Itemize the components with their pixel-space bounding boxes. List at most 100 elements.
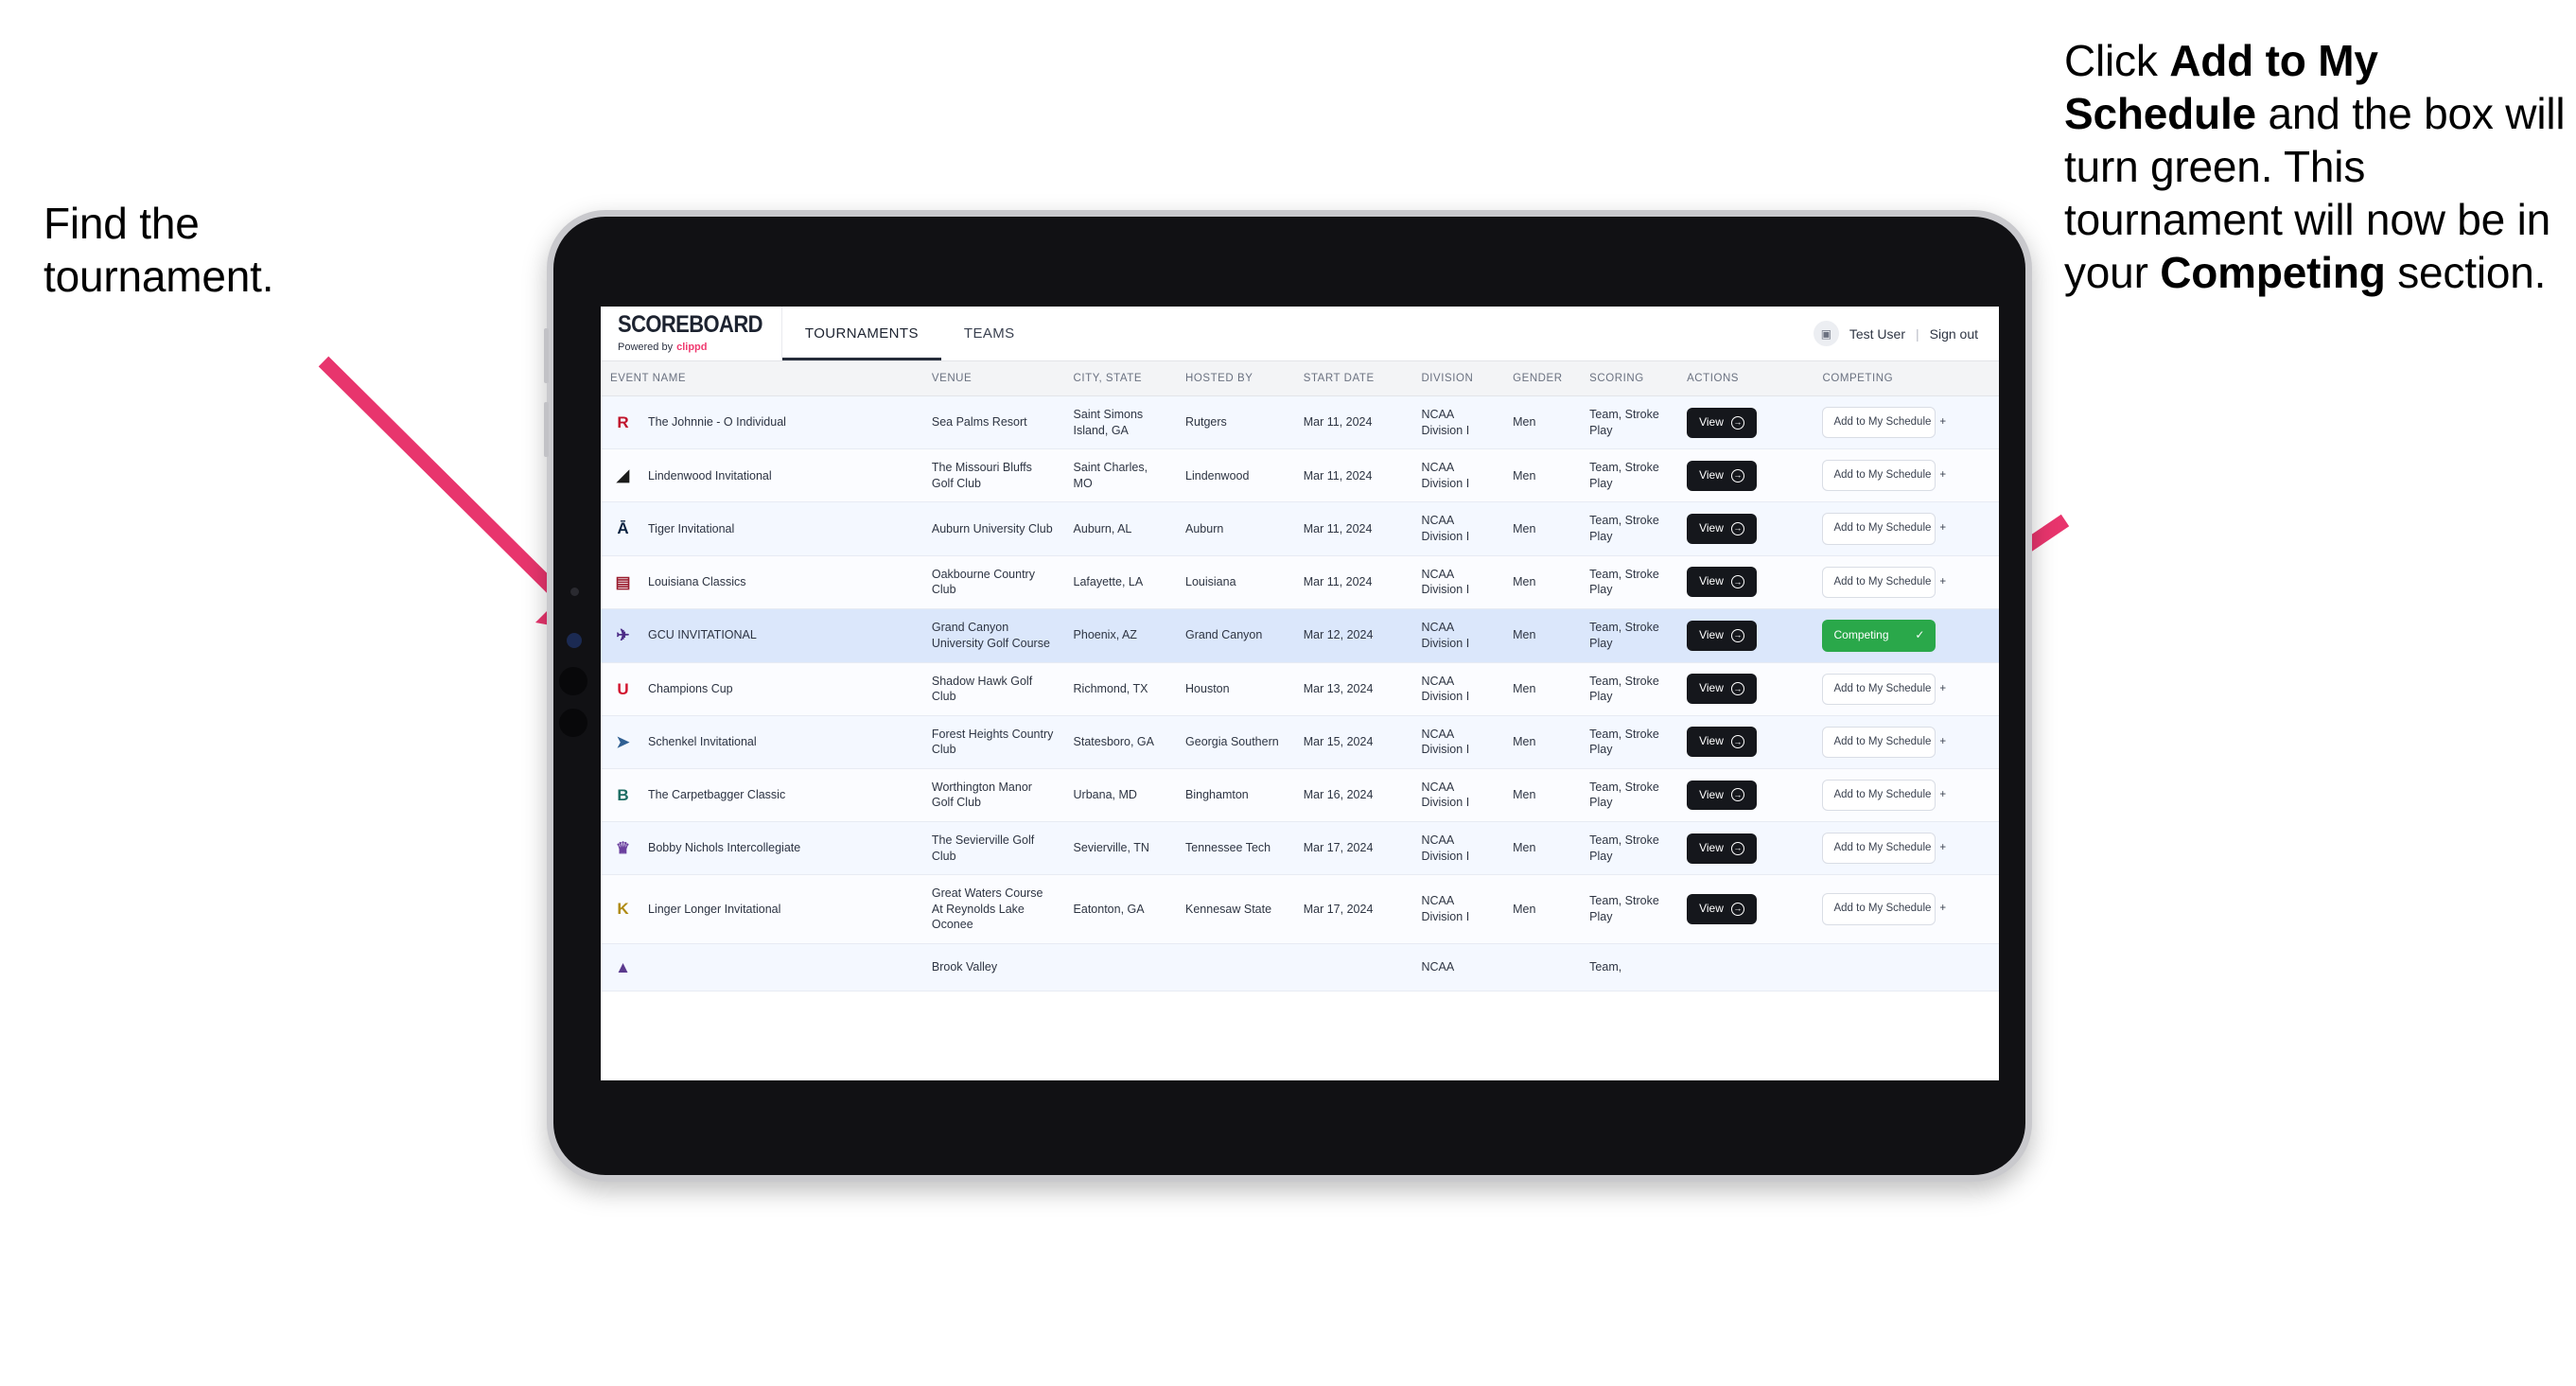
cell-actions: View → <box>1677 874 1814 944</box>
table-row[interactable]: B The Carpetbagger Classic Worthington Man… <box>601 768 1999 823</box>
cell-venue: Shadow Hawk Golf Club <box>921 662 1064 716</box>
table-row[interactable]: Ā Tiger Invitational Auburn University Clu… <box>601 501 1999 556</box>
annotation-right: Click Add to My Schedule and the box wil… <box>2064 34 2576 300</box>
competing-badge-button[interactable]: Competing ✓ <box>1822 619 1936 652</box>
team-logo-icon: ♛ <box>615 839 631 858</box>
tab-teams-label: TEAMS <box>963 325 1015 342</box>
arrow-circle-right-icon: → <box>1730 468 1744 482</box>
add-to-my-schedule-button[interactable]: Add to My Schedule + <box>1822 833 1946 865</box>
table-row[interactable]: ▤ Louisiana Classics Oakbourne Country Clu… <box>601 555 1999 609</box>
col-scoring: SCORING <box>1580 361 1678 396</box>
cell-competing: Add to My Schedule + <box>1813 768 1999 823</box>
view-button[interactable]: View → <box>1687 833 1757 864</box>
volume-up-button[interactable] <box>544 328 549 383</box>
add-to-my-schedule-label: Add to My Schedule <box>1833 575 1932 588</box>
cell-competing <box>1813 943 1999 991</box>
cell-competing: Add to My Schedule + <box>1813 715 1999 769</box>
tab-teams[interactable]: TEAMS <box>941 307 1038 360</box>
view-button[interactable]: View → <box>1687 780 1757 811</box>
app-header: SCOREBOARD Powered by clippd TOURNAMENTS… <box>601 307 1999 361</box>
cell-actions: View → <box>1677 768 1814 823</box>
cell-actions: View → <box>1677 448 1814 503</box>
add-to-my-schedule-button[interactable]: Add to My Schedule + <box>1822 513 1946 545</box>
volume-down-button[interactable] <box>544 402 549 457</box>
cell-start-date: Mar 15, 2024 <box>1293 715 1412 769</box>
arrow-circle-right-icon: → <box>1730 788 1744 802</box>
add-to-my-schedule-button[interactable]: Add to My Schedule + <box>1822 460 1946 492</box>
cell-venue: Grand Canyon University Golf Course <box>921 608 1064 663</box>
table-row[interactable]: R The Johnnie - O Individual Sea Palms Res… <box>601 395 1999 450</box>
cell-city-state: Urbana, MD <box>1063 768 1177 823</box>
team-logo-icon: R <box>617 413 629 432</box>
cell-competing: Add to My Schedule + <box>1813 555 1999 609</box>
team-logo-icon: ➤ <box>616 732 630 751</box>
event-name-label: Louisiana Classics <box>648 574 746 588</box>
view-button[interactable]: View → <box>1687 407 1757 438</box>
cell-scoring: Team, Stroke Play <box>1580 395 1678 450</box>
cell-actions: View → <box>1677 715 1814 769</box>
view-button-label: View <box>1699 734 1724 748</box>
cell-scoring: Team, Stroke Play <box>1580 608 1678 663</box>
add-to-my-schedule-button[interactable]: Add to My Schedule + <box>1822 779 1946 812</box>
annotation-right-part3: section. <box>2385 248 2547 298</box>
cell-city-state: Auburn, AL <box>1063 501 1177 556</box>
view-button[interactable]: View → <box>1687 567 1757 598</box>
add-to-my-schedule-button[interactable]: Add to My Schedule + <box>1822 726 1946 758</box>
cell-scoring: Team, Stroke Play <box>1580 555 1678 609</box>
view-button-label: View <box>1699 681 1724 695</box>
event-name-label: The Carpetbagger Classic <box>648 788 786 802</box>
cell-hosted-by: Rutgers <box>1176 395 1294 450</box>
table-row[interactable]: ♛ Bobby Nichols Intercollegiate The Sevier… <box>601 821 1999 876</box>
cell-hosted-by: Binghamton <box>1176 768 1294 823</box>
table-head: EVENT NAME VENUE CITY, STATE HOSTED BY S… <box>601 361 1999 396</box>
view-button[interactable]: View → <box>1687 894 1757 924</box>
cell-venue: Oakbourne Country Club <box>921 555 1064 609</box>
cell-gender: Men <box>1503 501 1581 556</box>
table-row[interactable]: K Linger Longer Invitational Great Waters … <box>601 874 1999 944</box>
cell-event-name: Ā Tiger Invitational <box>601 501 922 556</box>
cell-gender: Men <box>1503 448 1581 503</box>
add-to-my-schedule-button[interactable]: Add to My Schedule + <box>1822 407 1946 439</box>
tournaments-table-container[interactable]: EVENT NAME VENUE CITY, STATE HOSTED BY S… <box>601 361 1999 1080</box>
brand-logo[interactable]: SCOREBOARD Powered by clippd <box>601 307 782 360</box>
cell-hosted-by: Lindenwood <box>1176 448 1294 503</box>
cell-division: NCAA Division I <box>1411 608 1504 663</box>
view-button[interactable]: View → <box>1687 674 1757 705</box>
cell-hosted-by: Kennesaw State <box>1176 874 1294 944</box>
cell-gender: Men <box>1503 821 1581 876</box>
cell-event-name: ♛ Bobby Nichols Intercollegiate <box>601 821 922 876</box>
view-button[interactable]: View → <box>1687 514 1757 544</box>
cell-city-state: Statesboro, GA <box>1063 715 1177 769</box>
team-logo-icon: K <box>617 900 629 919</box>
cell-venue: Brook Valley <box>921 943 1064 991</box>
col-event-name: EVENT NAME <box>601 361 922 396</box>
cell-division: NCAA Division I <box>1411 448 1504 503</box>
col-gender: GENDER <box>1503 361 1581 396</box>
plus-icon: + <box>1939 842 1947 854</box>
table-row[interactable]: U Champions Cup Shadow Hawk Golf Club Richm… <box>601 662 1999 716</box>
cell-actions: View → <box>1677 821 1814 876</box>
sign-out-link[interactable]: Sign out <box>1930 326 1978 342</box>
add-to-my-schedule-button[interactable]: Add to My Schedule + <box>1822 673 1946 705</box>
table-row[interactable]: ➤ Schenkel Invitational Forest Heights Cou… <box>601 715 1999 769</box>
brand-title: SCOREBOARD <box>618 310 763 338</box>
table-row[interactable]: ▲ Brook Valley NCAA Team, <box>601 943 1999 991</box>
table-row[interactable]: ◢ Lindenwood Invitational The Missouri Blu… <box>601 448 1999 503</box>
cell-division: NCAA Division I <box>1411 821 1504 876</box>
arrow-circle-right-icon: → <box>1730 735 1744 749</box>
view-button[interactable]: View → <box>1687 727 1757 758</box>
user-avatar-icon[interactable]: ▣ <box>1813 321 1839 346</box>
view-button-label: View <box>1699 521 1724 535</box>
cell-division: NCAA Division I <box>1411 501 1504 556</box>
arrow-circle-right-icon: → <box>1730 521 1744 535</box>
brand-subtitle: Powered by clippd <box>618 342 762 353</box>
col-hosted-by: HOSTED BY <box>1176 361 1294 396</box>
add-to-my-schedule-button[interactable]: Add to My Schedule + <box>1822 893 1946 925</box>
team-logo-icon: ◢ <box>616 466 630 485</box>
table-row[interactable]: ✈ GCU INVITATIONAL Grand Canyon University… <box>601 608 1999 663</box>
tab-tournaments[interactable]: TOURNAMENTS <box>781 307 941 360</box>
add-to-my-schedule-button[interactable]: Add to My Schedule + <box>1822 566 1946 598</box>
view-button[interactable]: View → <box>1687 460 1757 491</box>
view-button[interactable]: View → <box>1687 620 1757 651</box>
cell-start-date: Mar 16, 2024 <box>1293 768 1412 823</box>
